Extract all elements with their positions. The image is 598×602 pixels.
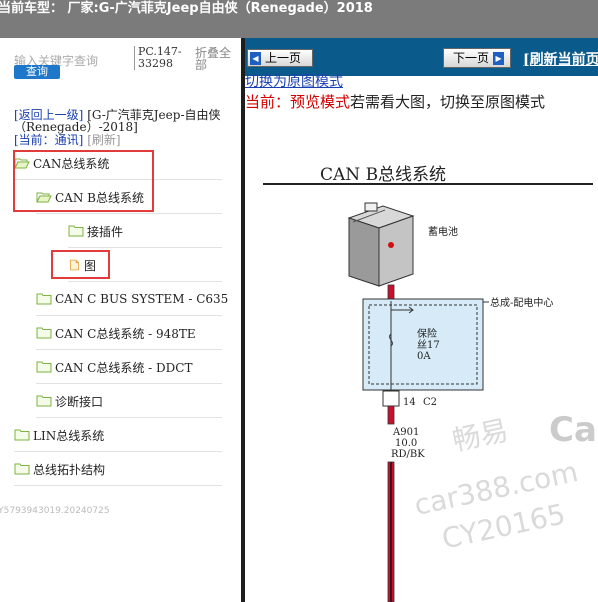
tree-label: LIN总线系统 <box>33 428 105 443</box>
tree-item-can-c-ddct[interactable]: CAN C总线系统 - DDCT <box>36 351 222 384</box>
current-label: [当前：通讯] <box>14 133 84 147</box>
top-bar: 当前车型： 厂家:G-广汽菲克Jeep自由侠（Renegade）2018 <box>0 0 598 38</box>
refresh-tree-link[interactable]: [刷新] <box>87 133 120 147</box>
battery-icon <box>347 202 415 287</box>
folder-icon <box>36 395 52 407</box>
refresh-page-link[interactable]: [刷新当前页] <box>523 49 598 69</box>
arrow-left-icon: ◀ <box>250 51 261 65</box>
tree-item-connectors[interactable]: 接插件 <box>68 215 222 248</box>
folder-icon <box>36 327 52 339</box>
folder-icon <box>68 225 84 237</box>
arrow-right-icon: ▶ <box>493 51 505 65</box>
tree-label: 接插件 <box>87 224 124 239</box>
tree-label: CAN C总线系统 - DDCT <box>55 360 193 375</box>
fuse-rating: 0A <box>417 351 431 362</box>
fuse-label: 保险 <box>417 329 437 340</box>
tree-label: 总线拓扑结构 <box>33 462 106 477</box>
wire-color: RD/BK <box>391 449 425 460</box>
folder-icon <box>14 429 30 441</box>
search-button[interactable]: 查询 <box>14 65 60 79</box>
tree-item-lin-bus[interactable]: LIN总线系统 <box>14 419 222 452</box>
wire-id: A901 <box>393 427 420 438</box>
prev-page-button[interactable]: ◀ 上一页 <box>247 49 313 67</box>
collapse-all-link[interactable]: 折叠全部 <box>195 47 235 71</box>
tree-label: CAN C总线系统 - 948TE <box>55 326 196 341</box>
pin-number: 14 <box>403 397 416 408</box>
tree-item-diagnostic-port[interactable]: 诊断接口 <box>36 385 222 418</box>
preview-mode-label: 当前：预览模式 <box>245 93 351 111</box>
highlight-box <box>51 250 110 279</box>
prev-label: 上一页 <box>265 51 302 65</box>
folder-icon <box>36 361 52 373</box>
tree-item-can-c-c635[interactable]: CAN C BUS SYSTEM - C635 <box>36 283 228 316</box>
pc-code: PC.147-33298 <box>134 46 188 70</box>
diagram-title: CAN B总线系统 <box>320 165 447 185</box>
tree-item-can-c-948te[interactable]: CAN C总线系统 - 948TE <box>36 317 222 350</box>
next-label: 下一页 <box>453 51 490 65</box>
pdc-label: 总成-配电中心 <box>490 298 554 309</box>
footer-code: CY5793943019.20240725 <box>0 506 110 516</box>
vehicle-title: 当前车型： 厂家:G-广汽菲克Jeep自由侠（Renegade）2018 <box>0 1 373 16</box>
tree-label: 诊断接口 <box>55 394 104 409</box>
wire-gauge: 10.0 <box>395 438 418 449</box>
folder-icon <box>36 293 52 305</box>
connector-id: C2 <box>423 397 438 408</box>
tree-item-bus-topology[interactable]: 总线拓扑结构 <box>14 453 222 486</box>
next-page-button[interactable]: 下一页 ▶ <box>443 48 511 68</box>
title-rule <box>263 183 593 185</box>
fuse-label: 丝17 <box>417 340 440 351</box>
battery-label: 蓄电池 <box>428 227 458 238</box>
preview-hint: 若需看大图，切换至原图模式 <box>350 93 546 111</box>
watermark-logo: Ca <box>549 410 597 450</box>
content-panel: ◀ 上一页 下一页 ▶ [刷新当前页] 切换为原图模式 当前：预览模式若需看大图… <box>245 38 598 602</box>
folder-icon <box>14 463 30 475</box>
switch-original-link[interactable]: 切换为原图模式 <box>245 71 343 91</box>
preview-mode-note: 当前：预览模式若需看大图，切换至原图模式 <box>245 91 545 112</box>
sidebar: 输入关键字查询 查询 PC.147-33298 折叠全部 [返回上一级] [G-… <box>0 38 241 602</box>
current-location: [当前：通讯] [刷新] <box>14 134 121 146</box>
tree-label: CAN C BUS SYSTEM - C635 <box>55 292 229 306</box>
breadcrumb: [返回上一级] [G-广汽菲克Jeep-自由侠（Renegade）-2018] <box>14 109 236 133</box>
highlight-box <box>13 150 154 212</box>
